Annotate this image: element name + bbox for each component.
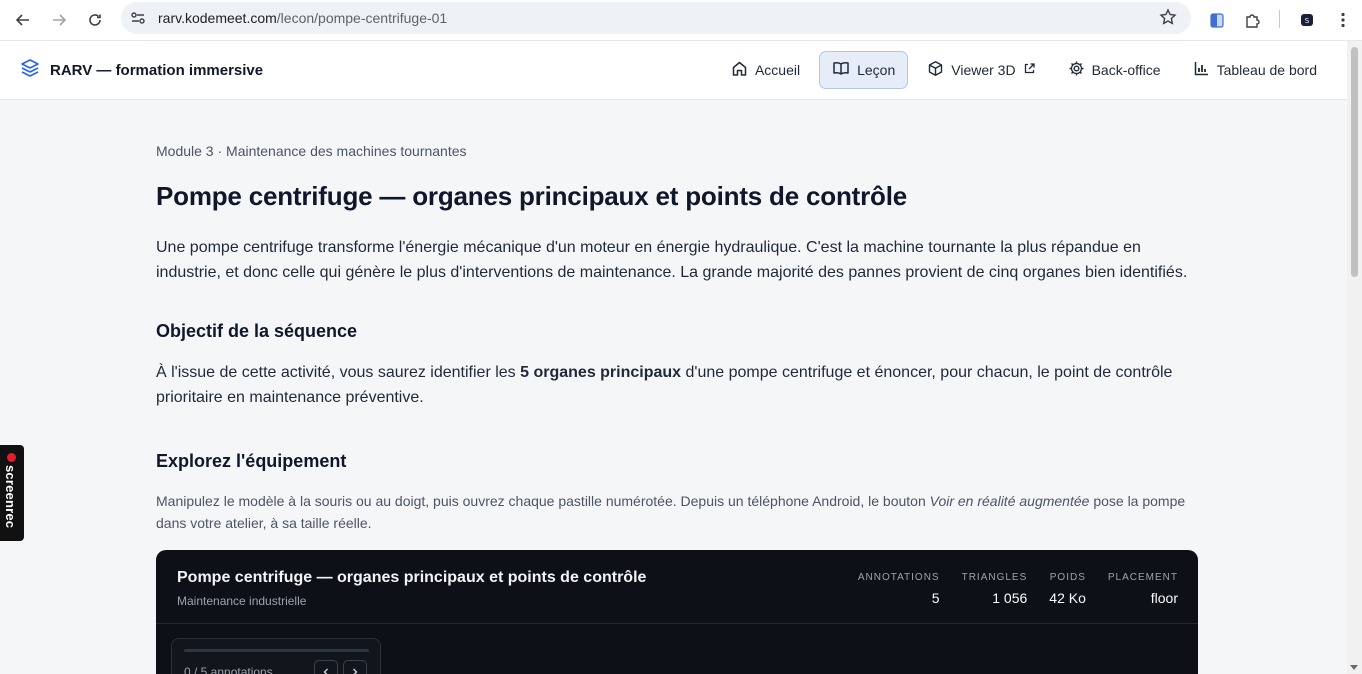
book-icon (832, 60, 850, 80)
profile-avatar-icon[interactable]: S (1294, 7, 1320, 33)
stat-poids: POIDS 42 Ko (1049, 572, 1086, 606)
viewer-title: Pompe centrifuge — organes principaux et… (177, 569, 647, 586)
chevron-right-icon (353, 668, 358, 674)
explore-paragraph: Manipulez le modèle à la souris ou au do… (156, 493, 1186, 531)
model-viewer-panel[interactable]: Pompe centrifuge — organes principaux et… (156, 550, 1198, 674)
annotation-count: 0 / 5 annotations (184, 665, 273, 674)
page-title: Pompe centrifuge — organes principaux et… (156, 181, 907, 211)
screenrec-badge[interactable]: screenrec (0, 445, 24, 541)
menu-kebab-icon[interactable] (1330, 7, 1356, 33)
viewer-divider (156, 623, 1198, 624)
reload-icon[interactable] (82, 7, 108, 33)
annotation-progress-bar (184, 649, 369, 652)
main-nav: Accueil Leçon Viewer 3D Back-office Tabl… (718, 51, 1330, 89)
nav-item-tableau-de-bord[interactable]: Tableau de bord (1180, 51, 1330, 89)
app-header: RARV — formation immersive Accueil Leçon… (0, 41, 1362, 100)
cube-icon (927, 60, 944, 80)
nav-item-label: Viewer 3D (951, 62, 1016, 78)
breadcrumb: Module 3 · Maintenance des machines tour… (156, 143, 467, 159)
browser-toolbar: rarv.kodemeet.com/lecon/pompe-centrifuge… (0, 0, 1362, 41)
nav-item-label: Accueil (754, 62, 801, 78)
objective-heading: Objectif de la séquence (156, 321, 358, 341)
previous-annotation-button[interactable] (314, 660, 338, 674)
extensions-puzzle-icon[interactable] (1240, 7, 1266, 33)
home-icon (731, 60, 748, 80)
toolbar-separator (1279, 10, 1280, 28)
url-text: rarv.kodemeet.com/lecon/pompe-centrifuge… (158, 10, 448, 26)
nav-item-lecon[interactable]: Leçon (819, 51, 909, 89)
nav-item-label: Back-office (1091, 62, 1161, 78)
nav-item-accueil[interactable]: Accueil (718, 51, 813, 89)
svg-text:S: S (1305, 17, 1310, 25)
viewer-stats: ANNOTATIONS 5 TRIANGLES 1 056 POIDS 42 K… (858, 572, 1178, 606)
external-link-icon (1023, 62, 1036, 78)
extension-translate-icon[interactable] (1204, 7, 1230, 33)
chevron-left-icon (323, 668, 328, 674)
layers-logo-icon (19, 57, 41, 84)
bookmark-star-icon[interactable] (1159, 8, 1177, 31)
forward-arrow-icon[interactable] (46, 7, 72, 33)
back-arrow-icon[interactable] (10, 7, 36, 33)
scrollbar-thumb[interactable] (1351, 47, 1358, 277)
stat-triangles: TRIANGLES 1 056 (961, 572, 1028, 606)
record-dot-icon (7, 453, 16, 462)
scroll-down-arrow-icon[interactable] (1350, 665, 1358, 670)
brand[interactable]: RARV — formation immersive (19, 57, 263, 84)
stat-placement: PLACEMENT floor (1107, 572, 1178, 606)
stat-annotations: ANNOTATIONS 5 (857, 572, 940, 606)
objective-paragraph: À l'issue de cette activité, vous saurez… (156, 364, 1173, 406)
brand-name: RARV — formation immersive (50, 62, 264, 79)
nav-item-back-office[interactable]: Back-office (1055, 51, 1174, 89)
viewer-subtitle: Maintenance industrielle (177, 594, 307, 608)
intro-paragraph: Une pompe centrifuge transforme l'énergi… (156, 239, 1188, 281)
lesson-content: Module 3 · Maintenance des machines tour… (156, 100, 1198, 534)
nav-item-viewer-3d[interactable]: Viewer 3D (914, 51, 1048, 89)
nav-item-label: Tableau de bord (1216, 62, 1317, 78)
screenrec-label: screenrec (3, 465, 18, 529)
gear-icon (1068, 60, 1085, 80)
next-annotation-button[interactable] (343, 660, 367, 674)
objective-highlight: 5 organes principaux (520, 364, 682, 381)
annotation-navigator: 0 / 5 annotations (171, 638, 381, 674)
nav-item-label: Leçon (857, 62, 896, 78)
site-settings-icon[interactable] (129, 9, 147, 32)
address-bar[interactable]: rarv.kodemeet.com/lecon/pompe-centrifuge… (121, 2, 1191, 34)
bar-chart-icon (1193, 60, 1210, 80)
ar-button-mention: Voir en réalité augmentée (929, 493, 1090, 509)
explore-heading: Explorez l'équipement (156, 451, 347, 471)
page-scrollbar[interactable] (1347, 41, 1362, 674)
